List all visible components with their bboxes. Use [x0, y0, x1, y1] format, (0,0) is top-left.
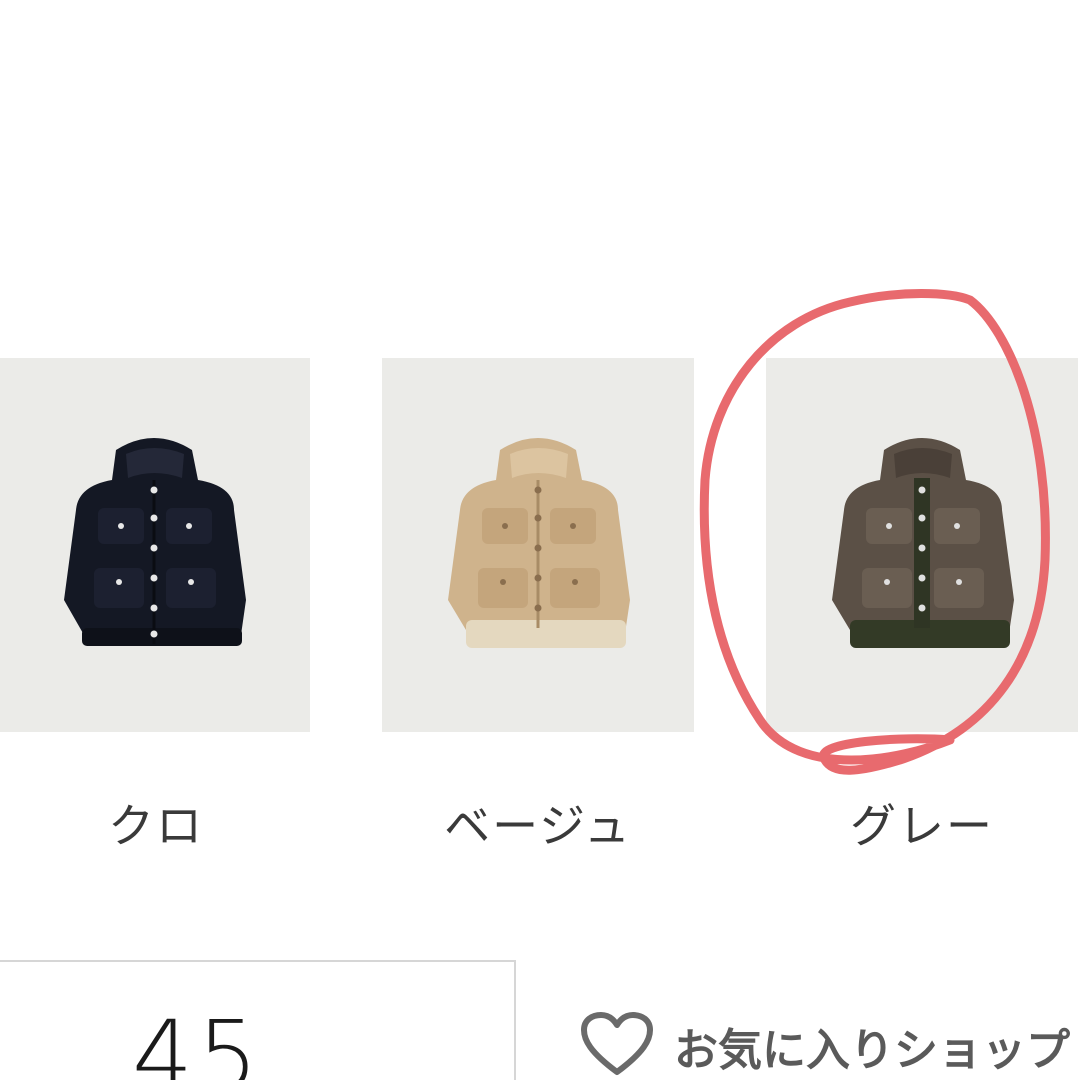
black-vest-image: [64, 438, 246, 646]
size-value: 45: [132, 1000, 263, 1080]
color-label-black[interactable]: クロ: [0, 790, 312, 856]
product-variant-page: クロ ベージュ グレー 45 お気に入りショップ: [0, 0, 1080, 1080]
favorite-shop-label: お気に入りショップ: [674, 1025, 1070, 1076]
color-label-grey[interactable]: グレー: [766, 790, 1078, 856]
color-swatch-black[interactable]: [0, 358, 310, 732]
color-swatch-grey[interactable]: [766, 358, 1078, 732]
heart-outline-icon: [581, 1012, 653, 1075]
favorite-shop-button[interactable]: お気に入りショップ: [576, 1000, 1080, 1080]
color-label-beige[interactable]: ベージュ: [382, 790, 694, 856]
grey-vest-image: [832, 438, 1014, 648]
beige-vest-image: [448, 438, 630, 648]
color-swatch-beige[interactable]: [382, 358, 694, 732]
